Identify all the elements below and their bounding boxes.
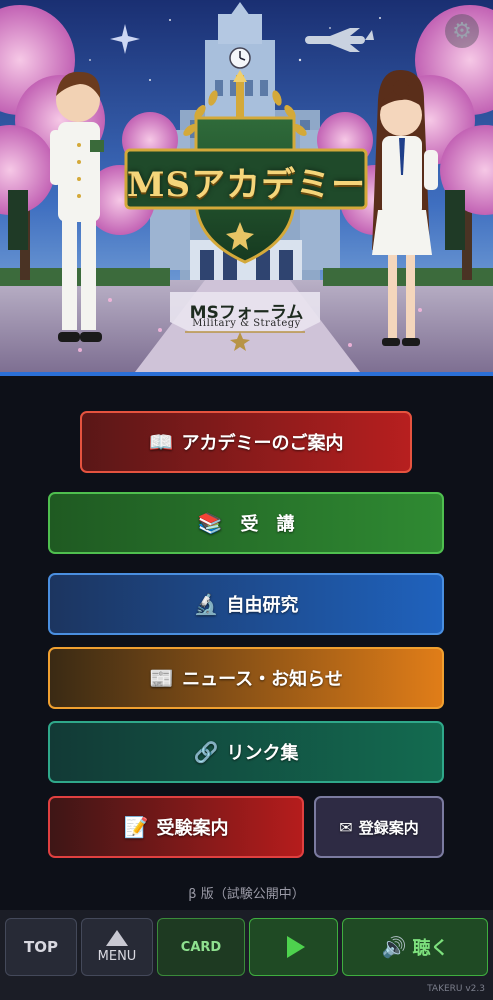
hero-illustration: MSアカデミー MSフォーラム Military & Strategy ⚙ <box>0 0 493 372</box>
academy-title: MSアカデミー <box>126 165 367 205</box>
course-button[interactable]: 📚 受 講 <box>48 492 444 554</box>
memo-icon: 📝 <box>123 815 149 839</box>
play-icon <box>286 936 305 958</box>
gear-icon: ⚙ <box>452 18 472 44</box>
nav-card-button[interactable]: CARD <box>157 918 245 976</box>
free-research-label: 自由研究 <box>226 595 299 616</box>
links-button[interactable]: 🔗 リンク集 <box>48 721 444 783</box>
bottom-nav-bar: TOP MENU CARD 🔊 聴く TAKERU v2.3 <box>0 910 493 1000</box>
nav-play-button[interactable] <box>249 918 338 976</box>
books-icon: 📚 <box>197 511 233 535</box>
nav-top-label: TOP <box>24 938 58 956</box>
exam-guide-label: 受験案内 <box>156 818 229 839</box>
open-book-icon: 📖 <box>148 430 174 454</box>
nav-listen-label: 聴く <box>412 938 449 959</box>
academy-guide-button[interactable]: 📖 アカデミーのご案内 <box>80 411 412 473</box>
academy-guide-label: アカデミーのご案内 <box>181 433 344 454</box>
newspaper-icon: 📰 <box>149 666 175 690</box>
speaker-icon: 🔊 <box>381 935 407 959</box>
settings-gear-button[interactable]: ⚙ <box>445 14 479 48</box>
microscope-icon: 🔬 <box>193 592 219 616</box>
envelope-icon: ✉ <box>339 817 353 837</box>
nav-menu-button[interactable]: MENU <box>81 918 153 976</box>
link-icon: 🔗 <box>193 740 219 764</box>
news-button[interactable]: 📰 ニュース・お知らせ <box>48 647 444 709</box>
course-label: 受 講 <box>240 514 295 535</box>
triangle-up-icon <box>106 930 128 946</box>
register-guide-label: 登録案内 <box>358 818 419 837</box>
beta-notice: β 版（試験公開中） <box>188 887 305 902</box>
nav-menu-label: MENU <box>97 949 137 964</box>
nav-listen-button[interactable]: 🔊 聴く <box>342 918 488 976</box>
nav-top-button[interactable]: TOP <box>5 918 77 976</box>
free-research-button[interactable]: 🔬 自由研究 <box>48 573 444 635</box>
nav-card-label: CARD <box>180 939 222 955</box>
news-label: ニュース・お知らせ <box>182 669 343 690</box>
register-guide-button[interactable]: ✉ 登録案内 <box>314 796 444 858</box>
links-label: リンク集 <box>226 743 299 764</box>
exam-guide-button[interactable]: 📝 受験案内 <box>48 796 304 858</box>
forum-subtitle: Military & Strategy <box>192 318 301 329</box>
version-label: TAKERU v2.3 <box>427 984 485 994</box>
hero-divider <box>0 372 493 376</box>
